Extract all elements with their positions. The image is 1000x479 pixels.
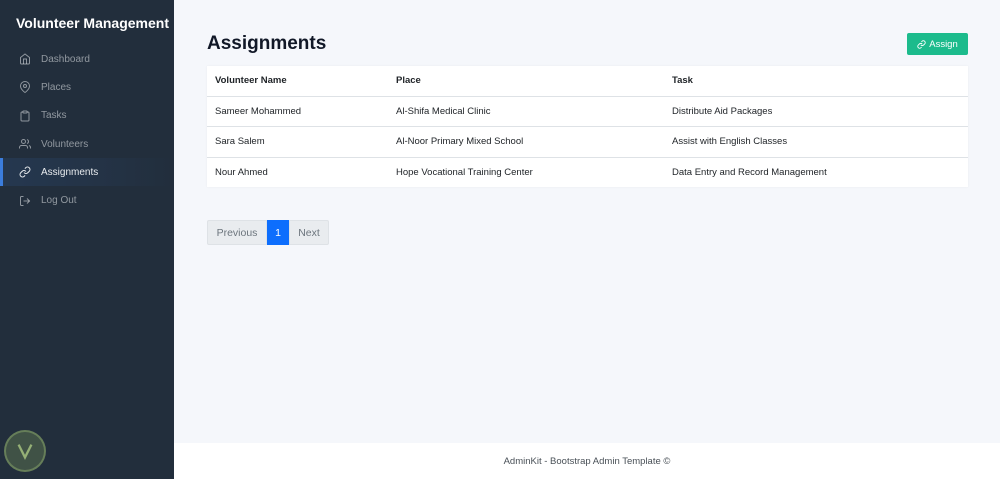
sidebar-item-dashboard[interactable]: Dashboard [0, 45, 174, 73]
link-icon [18, 166, 31, 179]
assign-button-label: Assign [929, 38, 958, 50]
sidebar-item-log-out[interactable]: Log Out [0, 186, 174, 214]
sidebar-item-label: Tasks [41, 110, 67, 122]
column-header-task: Task [664, 66, 968, 97]
cell-place: Al-Shifa Medical Clinic [388, 96, 664, 127]
sidebar-item-volunteers[interactable]: Volunteers [0, 130, 174, 158]
home-icon [18, 53, 31, 66]
table-row[interactable]: Sameer Mohammed Al-Shifa Medical Clinic … [207, 96, 968, 127]
cell-place: Al-Noor Primary Mixed School [388, 126, 664, 158]
cell-task: Assist with English Classes [664, 126, 968, 158]
cell-task: Data Entry and Record Management [672, 167, 827, 178]
column-header-place: Place [388, 66, 664, 97]
footer: AdminKit - Bootstrap Admin Template © [174, 443, 1000, 479]
users-icon [18, 138, 31, 151]
sidebar-item-tasks[interactable]: Tasks [0, 102, 174, 130]
next-page-button[interactable]: Next [289, 220, 329, 245]
previous-page-button[interactable]: Previous [207, 220, 267, 245]
cell-place: Hope Vocational Training Center [396, 167, 533, 178]
watermark-logo [4, 430, 46, 472]
assignments-card: Volunteer Name Place Task Sameer Mohamme… [207, 66, 968, 187]
cell-volunteer-name: Nour Ahmed [215, 167, 268, 178]
table-row[interactable]: Nour Ahmed Hope Vocational Training Cent… [207, 157, 968, 188]
sidebar-item-label: Volunteers [41, 138, 89, 150]
column-header-volunteer-name: Volunteer Name [207, 66, 388, 97]
clipboard-icon [18, 109, 31, 122]
sidebar: Volunteer Management Dashboard Places Ta… [0, 0, 174, 479]
sidebar-nav: Dashboard Places Tasks Volunteers Assign… [0, 45, 174, 215]
page-number-button[interactable]: 1 [267, 220, 289, 245]
assign-button[interactable]: Assign [907, 33, 968, 55]
table-header-row: Volunteer Name Place Task [207, 66, 968, 97]
cell-volunteer-name: Sameer Mohammed [207, 96, 388, 127]
sidebar-item-label: Log Out [41, 195, 77, 207]
footer-text[interactable]: AdminKit - Bootstrap Admin Template © [504, 456, 671, 467]
page-title: Assignments [207, 33, 327, 54]
cell-volunteer-name: Sara Salem [207, 126, 388, 158]
pagination: Previous 1 Next [207, 220, 329, 245]
sidebar-item-label: Dashboard [41, 53, 90, 65]
sidebar-item-assignments[interactable]: Assignments [0, 158, 174, 187]
cell-task: Distribute Aid Packages [664, 96, 968, 127]
assignments-table: Volunteer Name Place Task Sameer Mohamme… [207, 66, 968, 188]
main-content: Assignments Assign Volunteer Name Place … [174, 0, 1000, 479]
table-row[interactable]: Sara Salem Al-Noor Primary Mixed School … [207, 126, 968, 158]
brand-title[interactable]: Volunteer Management [16, 15, 169, 31]
sidebar-item-label: Places [41, 81, 72, 93]
log-out-icon [18, 194, 31, 207]
map-pin-icon [18, 81, 31, 94]
sidebar-item-places[interactable]: Places [0, 73, 174, 101]
sidebar-item-label: Assignments [41, 166, 99, 178]
link-icon [917, 39, 926, 49]
